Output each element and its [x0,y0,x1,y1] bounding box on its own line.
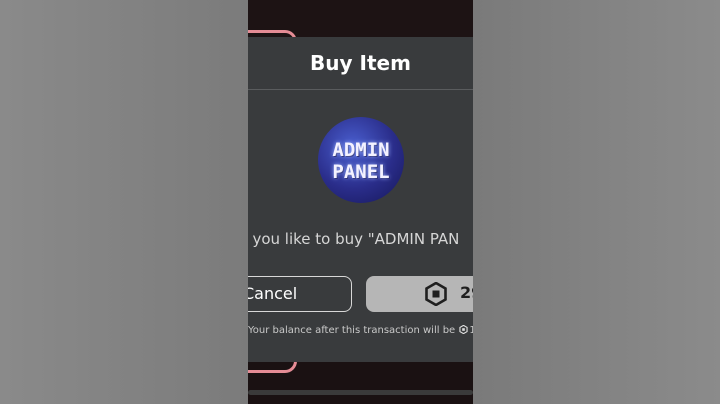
dialog-title: Buy Item [310,51,411,75]
buy-price: 29 [460,283,473,302]
cancel-button[interactable]: Cancel [248,276,352,312]
left-letterbox [0,0,248,404]
scrollbar[interactable] [248,390,473,395]
phone-screen: Buy Item ADMIN PANEL ld you like to buy … [248,0,473,404]
thumbnail-text-line2: PANEL [332,161,390,183]
purchase-question: ld you like to buy "ADMIN PAN [248,230,460,248]
buy-button[interactable]: 29 [366,276,473,312]
robux-icon [425,282,447,306]
balance-note: Your balance after this transaction will… [248,325,473,336]
item-thumbnail: ADMIN PANEL [318,117,404,203]
balance-value: 101 [469,325,473,336]
right-letterbox [473,0,720,404]
title-divider [248,89,473,90]
balance-text: Your balance after this transaction will… [248,325,456,336]
robux-icon [459,325,469,334]
thumbnail-text-line1: ADMIN [332,139,390,161]
buy-item-dialog: Buy Item ADMIN PANEL ld you like to buy … [248,37,473,362]
